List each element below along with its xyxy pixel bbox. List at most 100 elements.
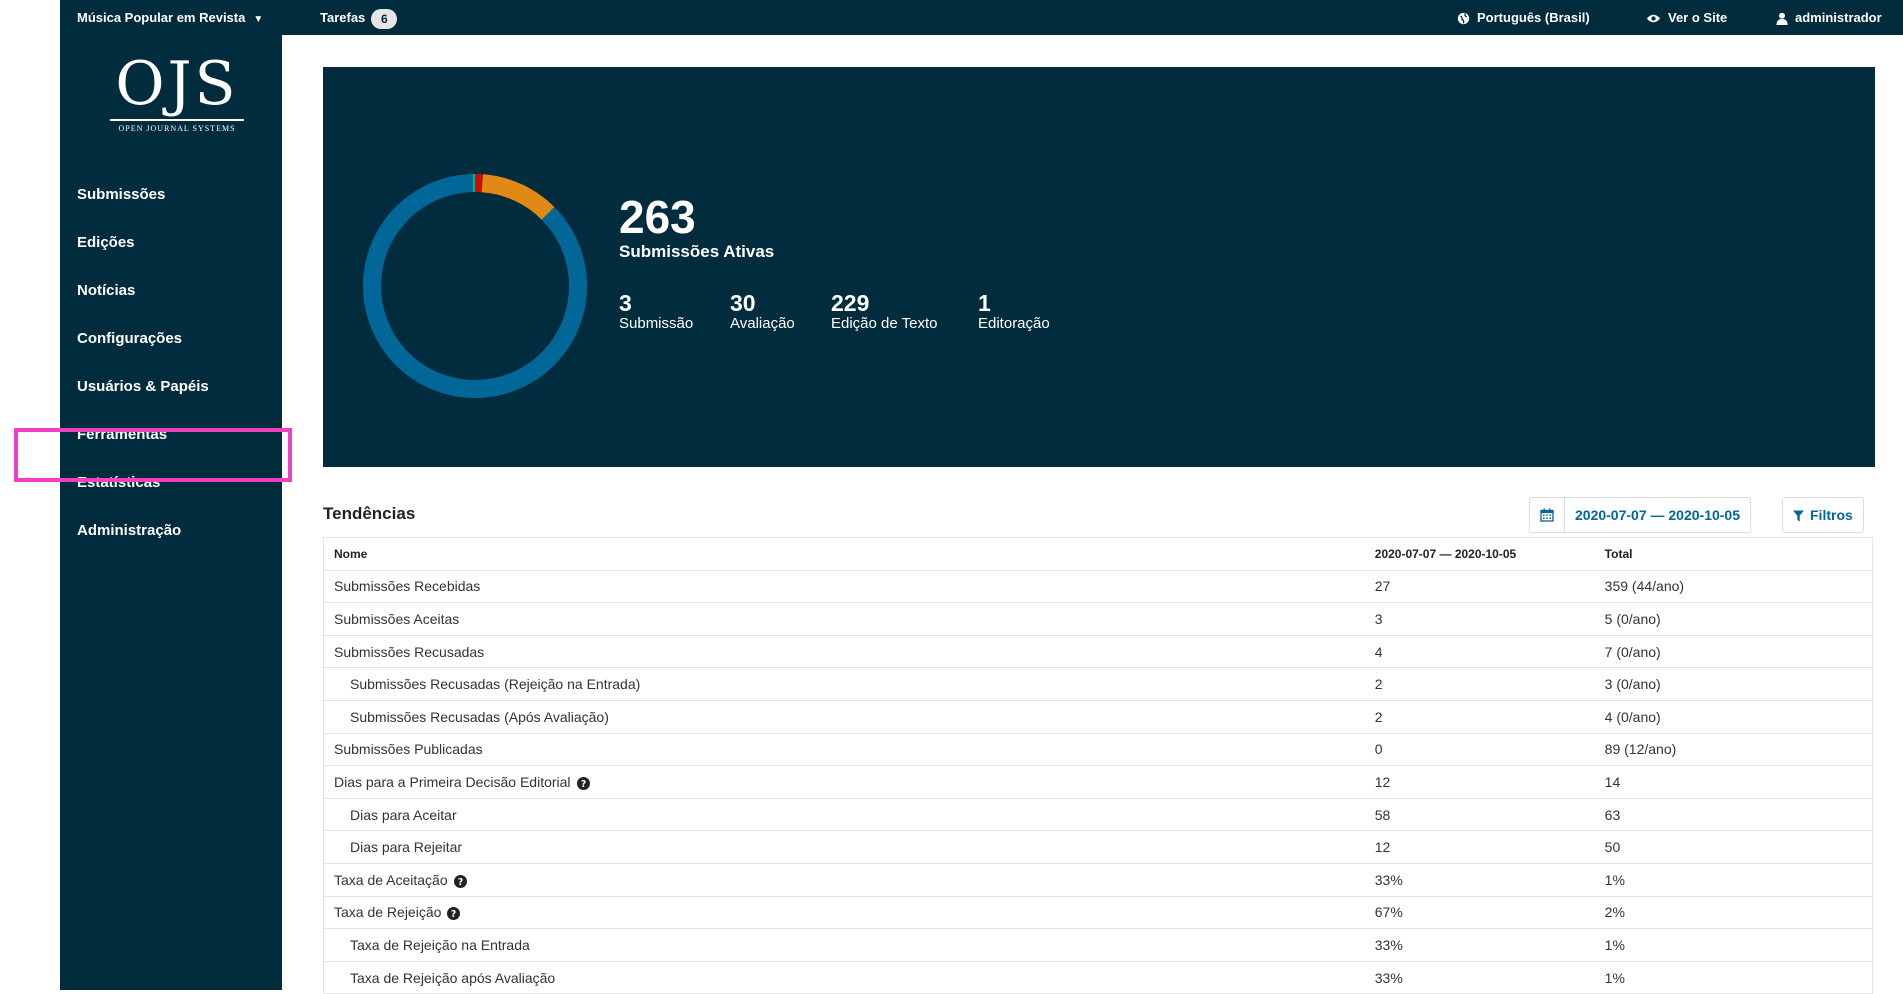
row-name: Submissões Recusadas — [322, 634, 1365, 669]
row-name: Submissões Recebidas — [322, 569, 1365, 604]
stage-label: Avaliação — [730, 315, 795, 332]
table-row: Taxa de Rejeição? 67% 2% — [322, 895, 1873, 930]
row-range-value: 2 — [1364, 667, 1595, 701]
row-range-value: 27 — [1364, 569, 1595, 604]
stage-label: Edição de Texto — [831, 315, 938, 332]
calendar-icon[interactable] — [1530, 498, 1565, 532]
stage-label: Submissão — [619, 315, 694, 332]
trends-heading: Tendências — [323, 504, 416, 523]
row-range-value: 3 — [1364, 602, 1595, 636]
svg-text:?: ? — [457, 877, 462, 888]
view-site-link[interactable]: Ver o Site — [1646, 0, 1727, 35]
tasks-label: Tarefas — [320, 10, 366, 25]
logo-wordmark: OJS — [115, 49, 239, 119]
table-row: Dias para a Primeira Decisão Editorial? 1… — [322, 765, 1873, 799]
sidebar-item-edicoes[interactable]: Edições — [60, 219, 282, 267]
row-total-value: 1% — [1594, 928, 1873, 962]
language-label: Português (Brasil) — [1477, 10, 1590, 25]
row-name: Dias para Aceitar — [322, 797, 1365, 832]
row-name-cell: Dias para a Primeira Decisão Editorial? — [322, 765, 1365, 799]
column-header-name: Nome — [322, 537, 1365, 571]
row-range-value: 0 — [1364, 732, 1595, 767]
sidebar-item-noticias[interactable]: Notícias — [60, 267, 282, 315]
row-name: Submissões Publicadas — [322, 732, 1365, 767]
active-submissions-label: Submissões Ativas — [619, 242, 775, 261]
stage-count: 1 — [978, 290, 991, 316]
user-menu[interactable]: administrador — [1776, 0, 1882, 35]
caret-down-icon: ▼ — [253, 14, 264, 25]
svg-text:?: ? — [580, 779, 585, 790]
help-icon[interactable]: ? — [576, 776, 590, 790]
journal-switcher[interactable]: Música Popular em Revista ▼ — [77, 0, 263, 35]
help-icon[interactable]: ? — [447, 907, 461, 921]
row-range-value: 33% — [1364, 928, 1595, 962]
filters-label: Filtros — [1810, 507, 1853, 523]
sidebar: OJS OPEN JOURNAL SYSTEMS Submissões Ediç… — [60, 35, 282, 990]
row-range-value: 67% — [1364, 895, 1595, 930]
table-row: Submissões Recusadas (Rejeição na Entrad… — [322, 667, 1873, 701]
column-header-range: 2020-07-07 — 2020-10-05 — [1364, 537, 1595, 571]
language-switcher[interactable]: Português (Brasil) — [1457, 0, 1590, 35]
journal-name: Música Popular em Revista — [77, 10, 246, 25]
row-range-value: 12 — [1364, 830, 1595, 864]
row-name: Dias para Rejeitar — [322, 830, 1365, 864]
username: administrador — [1795, 10, 1882, 25]
row-total-value: 14 — [1594, 765, 1873, 799]
sidebar-item-ferramentas[interactable]: Ferramentas — [60, 411, 282, 459]
row-total-value: 2% — [1594, 895, 1873, 930]
user-icon — [1776, 12, 1788, 26]
stage-submission[interactable]: 3 Submissão — [619, 291, 693, 333]
row-total-value: 1% — [1594, 960, 1873, 994]
stage-label: Editoração — [978, 315, 1050, 332]
tasks-count-badge: 6 — [371, 8, 398, 29]
active-submissions-panel: 263 Submissões Ativas 3 Submissão 30 Ava… — [323, 67, 1875, 467]
row-name: Taxa de Rejeição na Entrada — [322, 928, 1365, 962]
ojs-logo[interactable]: OJS OPEN JOURNAL SYSTEMS — [102, 51, 252, 133]
row-range-value: 33% — [1364, 960, 1595, 994]
stage-review[interactable]: 30 Avaliação — [730, 291, 795, 333]
row-range-value: 12 — [1364, 765, 1595, 799]
date-range-picker[interactable]: 2020-07-07 — 2020-10-05 — [1529, 497, 1752, 533]
table-row: Taxa de Aceitação? 33% 1% — [322, 862, 1873, 897]
sidebar-nav: Submissões Edições Notícias Configuraçõe… — [60, 171, 282, 555]
row-name-cell: Taxa de Rejeição? — [322, 895, 1365, 930]
row-total-value: 63 — [1594, 797, 1873, 832]
stage-count: 30 — [730, 290, 756, 316]
active-submissions-count: 263 — [619, 191, 696, 243]
table-row: Submissões Recebidas 27 359 (44/ano) — [322, 569, 1873, 604]
row-total-value: 7 (0/ano) — [1594, 634, 1873, 669]
stage-production[interactable]: 1 Editoração — [978, 291, 1050, 333]
table-row: Submissões Recusadas (Após Avaliação) 2 4 … — [322, 699, 1873, 734]
logo-divider — [110, 119, 244, 121]
row-name: Submissões Recusadas (Rejeição na Entrad… — [322, 667, 1365, 701]
row-name: Taxa de Aceitação — [334, 871, 448, 888]
logo-tagline: OPEN JOURNAL SYSTEMS — [118, 124, 236, 133]
row-name: Dias para a Primeira Decisão Editorial — [334, 773, 571, 790]
sidebar-item-administracao[interactable]: Administração — [60, 507, 282, 555]
row-total-value: 5 (0/ano) — [1594, 602, 1873, 636]
sidebar-item-submissoes[interactable]: Submissões — [60, 171, 282, 219]
sidebar-item-configuracoes[interactable]: Configurações — [60, 315, 282, 363]
table-row: Taxa de Rejeição após Avaliação 33% 1% — [322, 960, 1873, 994]
row-range-value: 2 — [1364, 699, 1595, 734]
row-name: Taxa de Rejeição — [334, 904, 442, 921]
sidebar-item-estatisticas[interactable]: Estatísticas — [60, 459, 282, 507]
table-row: Submissões Aceitas 3 5 (0/ano) — [322, 602, 1873, 636]
stage-count: 229 — [831, 290, 870, 316]
date-range-label: 2020-07-07 — 2020-10-05 — [1575, 507, 1741, 523]
row-name-cell: Taxa de Aceitação? — [322, 862, 1365, 897]
tasks-button[interactable]: Tarefas 6 — [320, 0, 398, 35]
table-row: Dias para Rejeitar 12 50 — [322, 830, 1873, 864]
row-range-value: 58 — [1364, 797, 1595, 832]
filters-button[interactable]: Filtros — [1782, 497, 1864, 533]
trends-table: Nome 2020-07-07 — 2020-10-05 Total Submi… — [322, 537, 1873, 994]
help-icon[interactable]: ? — [453, 874, 467, 888]
table-header-row: Nome 2020-07-07 — 2020-10-05 Total — [322, 537, 1873, 571]
stage-copyediting[interactable]: 229 Edição de Texto — [831, 291, 937, 333]
svg-text:?: ? — [451, 909, 456, 920]
row-name: Submissões Recusadas (Após Avaliação) — [322, 699, 1365, 734]
top-navbar: Música Popular em Revista ▼ Tarefas 6 Port… — [60, 0, 1903, 35]
table-row: Taxa de Rejeição na Entrada 33% 1% — [322, 928, 1873, 962]
sidebar-item-usuarios-papeis[interactable]: Usuários & Papéis — [60, 363, 282, 411]
row-total-value: 50 — [1594, 830, 1873, 864]
